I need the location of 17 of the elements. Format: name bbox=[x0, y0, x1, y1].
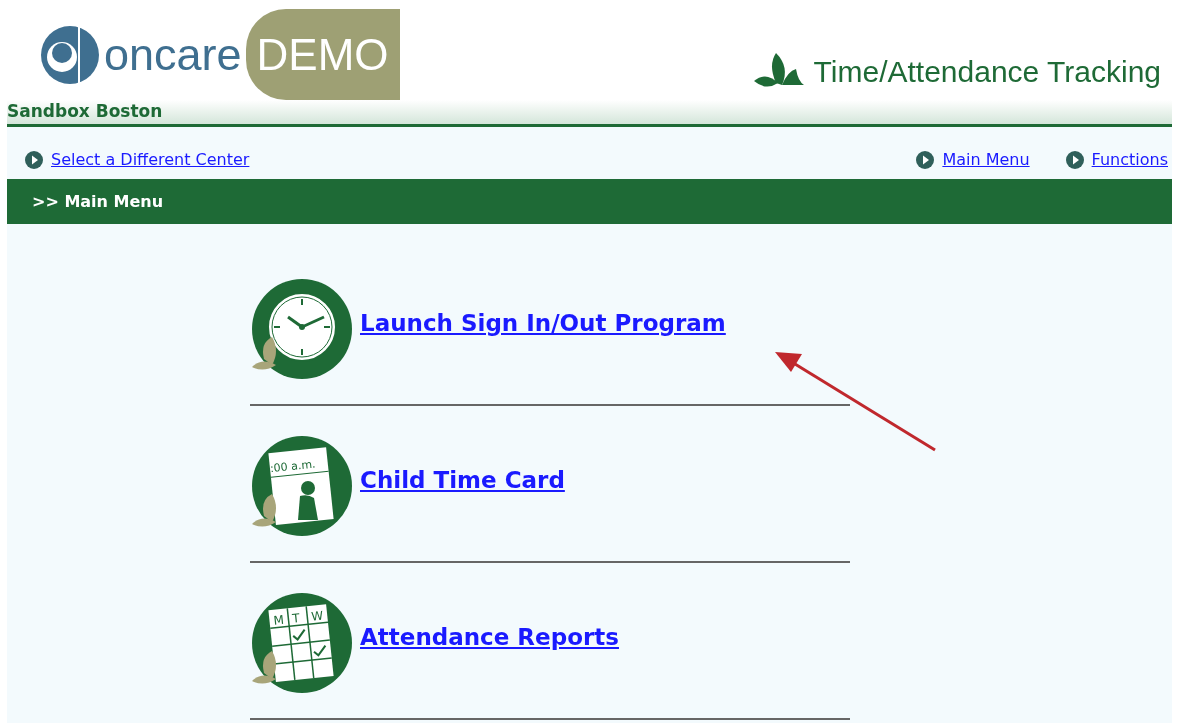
app-title: Time/Attendance Tracking bbox=[813, 54, 1161, 90]
arrow-bullet-icon bbox=[1065, 151, 1084, 169]
time-card-icon: :00 a.m. bbox=[250, 436, 354, 538]
logo-wordmark: oncare bbox=[104, 32, 242, 77]
menu-link[interactable]: Attendance Reports bbox=[360, 620, 619, 655]
arrow-bullet-icon bbox=[916, 151, 935, 169]
arrow-bullet-icon bbox=[25, 151, 43, 169]
demo-badge: DEMO bbox=[245, 9, 400, 100]
center-name: Sandbox Boston bbox=[7, 100, 163, 124]
nav-link[interactable]: Select a Different Center bbox=[51, 148, 250, 172]
nav-link[interactable]: Functions bbox=[1091, 148, 1168, 172]
clock-icon bbox=[250, 279, 354, 381]
calendar-icon: M T W bbox=[250, 593, 354, 695]
nav-link[interactable]: Main Menu bbox=[942, 148, 1030, 172]
breadcrumb: >> Main Menu bbox=[32, 190, 164, 213]
menu-link[interactable]: Child Time Card bbox=[360, 463, 565, 498]
menu-link[interactable]: Launch Sign In/Out Program bbox=[360, 306, 726, 341]
